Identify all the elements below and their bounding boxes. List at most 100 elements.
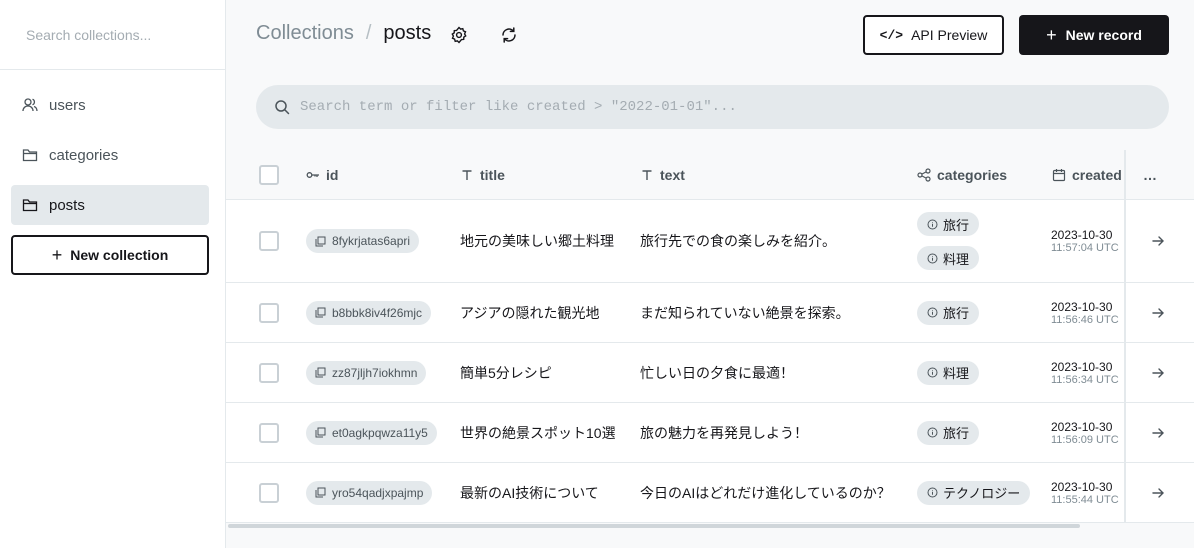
info-icon <box>927 219 938 230</box>
title-cell: アジアの隠れた観光地 <box>460 304 600 321</box>
title-cell: 地元の美味しい郷土料理 <box>460 233 614 249</box>
column-header-id[interactable]: id <box>306 150 338 199</box>
category-label: 旅行 <box>943 217 970 233</box>
breadcrumb-separator: / <box>365 22 372 44</box>
id-badge[interactable]: 8fykrjatas6apri <box>306 229 420 253</box>
id-badge[interactable]: yro54qadjxpajmp <box>306 480 433 505</box>
column-label: id <box>326 166 339 183</box>
category-badge: テクノロジー <box>917 480 1031 505</box>
plus-icon: + <box>1046 24 1057 45</box>
category-badge: 料理 <box>917 360 980 385</box>
new-record-button[interactable]: + New record <box>1019 15 1169 55</box>
search-collections-input[interactable] <box>26 26 206 43</box>
new-collection-button[interactable]: + New collection <box>11 235 209 275</box>
folder-icon <box>22 197 38 213</box>
filter-input[interactable] <box>300 99 1120 115</box>
key-icon <box>306 168 320 182</box>
settings-icon[interactable] <box>449 25 469 45</box>
created-date: 2023-10-30 <box>1051 479 1113 494</box>
created-time: 11:55:44 UTC <box>1051 493 1119 506</box>
category-badge: 旅行 <box>917 212 980 236</box>
id-cell: zz87jljh7iokhmn <box>306 343 427 402</box>
select-all-checkbox[interactable] <box>259 164 279 185</box>
column-header-created[interactable]: created <box>1052 150 1122 199</box>
sidebar-item-users[interactable]: users <box>11 85 209 125</box>
arrow-right-icon[interactable] <box>1150 233 1166 249</box>
breadcrumb-collections[interactable]: Collections <box>256 22 354 45</box>
row-select-cell <box>259 463 279 522</box>
arrow-right-icon[interactable] <box>1150 365 1166 381</box>
id-value: b8bbk8iv4f26mjc <box>332 305 423 320</box>
api-preview-label: API Preview <box>911 27 988 43</box>
table-row[interactable]: 8fykrjatas6apri 地元の美味しい郷土料理 旅行先での食の楽しみを紹… <box>226 200 1194 283</box>
search-icon <box>274 99 290 115</box>
column-header-title[interactable]: title <box>460 150 505 199</box>
id-badge[interactable]: zz87jljh7iokhmn <box>306 360 427 385</box>
text-cell: 旅行先での食の楽しみを紹介。 <box>640 233 836 249</box>
row-select-cell <box>259 343 279 402</box>
id-badge[interactable]: b8bbk8iv4f26mjc <box>306 300 432 325</box>
created-date: 2023-10-30 <box>1051 359 1113 374</box>
categories-cell: 料理 <box>917 343 980 402</box>
copy-icon <box>315 427 326 438</box>
api-preview-button[interactable]: </> API Preview <box>863 15 1004 55</box>
column-label: categories <box>937 166 1008 183</box>
sidebar-item-posts[interactable]: posts <box>11 185 209 225</box>
category-label: 料理 <box>943 251 970 267</box>
row-select-cell <box>259 283 279 342</box>
text-cell: 今日のAIはどれだけ進化しているのか？ <box>640 484 891 501</box>
table-row[interactable]: yro54qadjxpajmp 最新のAI技術について 今日のAIはどれだけ進化… <box>226 463 1194 523</box>
category-badge: 旅行 <box>917 300 980 325</box>
info-icon <box>927 307 938 318</box>
arrow-right-icon[interactable] <box>1150 485 1166 501</box>
open-record-cell <box>1150 283 1166 342</box>
row-checkbox[interactable] <box>259 422 279 443</box>
copy-icon <box>315 307 326 318</box>
more-icon: … <box>1143 166 1157 183</box>
copy-icon <box>315 487 326 498</box>
column-header-text[interactable]: text <box>640 150 685 199</box>
info-icon <box>927 253 938 264</box>
folder-icon <box>22 147 38 163</box>
row-checkbox[interactable] <box>259 482 279 503</box>
table-row[interactable]: zz87jljh7iokhmn 簡単5分レシピ 忙しい日の夕食に最適！ 料理 2… <box>226 343 1194 403</box>
id-value: zz87jljh7iokhmn <box>332 365 418 380</box>
open-record-cell <box>1150 463 1166 522</box>
text-cell: 旅の魅力を再発見しよう！ <box>640 424 808 441</box>
table-row[interactable]: b8bbk8iv4f26mjc アジアの隠れた観光地 まだ知られていない絶景を探… <box>226 283 1194 343</box>
info-icon <box>927 487 938 498</box>
row-select-cell <box>259 403 279 462</box>
relation-icon <box>917 167 931 182</box>
users-icon <box>22 97 38 113</box>
id-badge[interactable]: et0agkpqwza11y5 <box>306 420 437 445</box>
breadcrumb: Collections / posts <box>256 22 431 45</box>
row-checkbox[interactable] <box>259 231 279 251</box>
id-cell: yro54qadjxpajmp <box>306 463 433 522</box>
title-cell: 最新のAI技術について <box>460 484 599 501</box>
category-label: 料理 <box>943 366 970 381</box>
table-row[interactable]: et0agkpqwza11y5 世界の絶景スポット10選 旅の魅力を再発見しよう… <box>226 403 1194 463</box>
category-label: 旅行 <box>943 426 970 441</box>
arrow-right-icon[interactable] <box>1150 305 1166 321</box>
sidebar-item-label: categories <box>49 146 119 164</box>
horizontal-scrollbar[interactable] <box>228 524 1080 528</box>
page-header: Collections / posts </> API Preview + Ne… <box>226 0 1194 70</box>
created-time: 11:56:09 UTC <box>1051 433 1119 446</box>
more-columns-button[interactable]: … <box>1143 150 1157 199</box>
sidebar: users categories posts + New collection <box>0 0 226 548</box>
id-value: yro54qadjxpajmp <box>332 485 424 500</box>
sticky-column-divider <box>1124 150 1126 522</box>
text-type-icon <box>640 168 654 182</box>
text-cell: 忙しい日の夕食に最適！ <box>640 364 794 381</box>
arrow-right-icon[interactable] <box>1150 425 1166 441</box>
row-checkbox[interactable] <box>259 362 279 383</box>
column-label: text <box>660 166 685 183</box>
row-checkbox[interactable] <box>259 302 279 323</box>
created-cell: 2023-10-30 11:57:04 UTC <box>1051 200 1119 282</box>
calendar-icon <box>1052 168 1066 182</box>
created-time: 11:56:34 UTC <box>1051 373 1119 386</box>
sidebar-item-categories[interactable]: categories <box>11 135 209 175</box>
refresh-icon[interactable] <box>499 25 519 45</box>
column-header-categories[interactable]: categories <box>917 150 1007 199</box>
select-all-cell <box>259 150 279 199</box>
